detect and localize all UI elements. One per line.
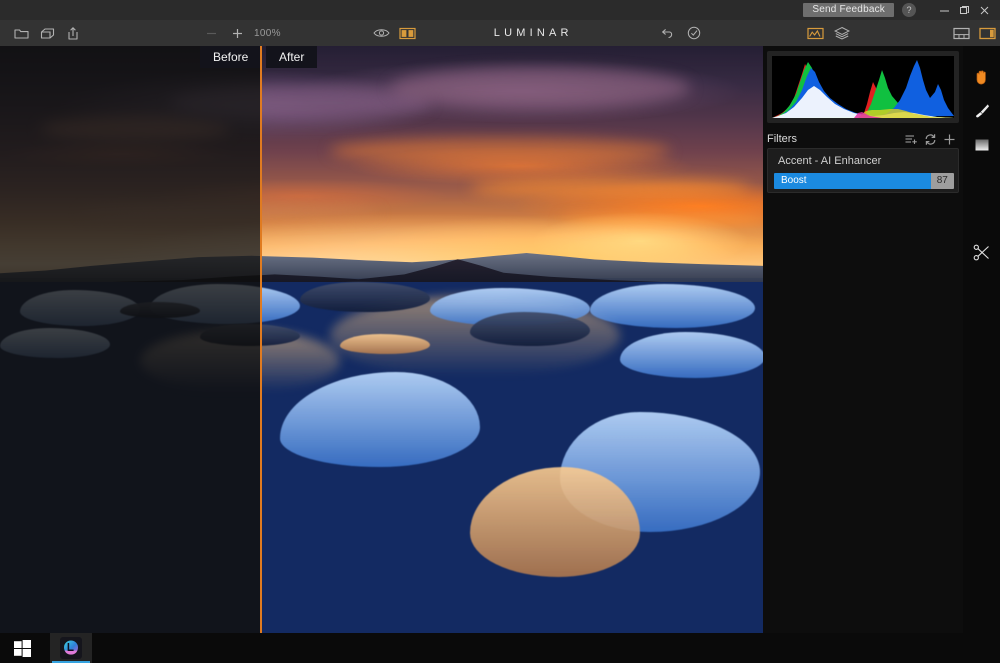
brush-icon[interactable] bbox=[963, 94, 1000, 128]
histogram-svg bbox=[772, 60, 954, 118]
filter-card-accent-ai-enhancer[interactable]: Accent - AI Enhancer Boost 87 bbox=[767, 148, 959, 193]
history-group bbox=[655, 20, 707, 46]
histogram-panel bbox=[767, 51, 959, 123]
filters-header: Filters bbox=[767, 130, 959, 148]
boost-slider-value[interactable]: 87 bbox=[930, 173, 954, 189]
hand-icon[interactable] bbox=[963, 60, 1000, 94]
send-feedback-button[interactable]: Send Feedback bbox=[803, 3, 894, 17]
sky-layer bbox=[0, 46, 260, 278]
gradient-mask-icon[interactable] bbox=[963, 128, 1000, 162]
export-box-icon[interactable] bbox=[34, 20, 60, 46]
luminar-window: Send Feedback ? 100% LUMINAR Before Afte… bbox=[0, 0, 1000, 663]
plus-icon[interactable] bbox=[940, 130, 959, 148]
start-button[interactable] bbox=[0, 633, 44, 663]
right-panel: Filters Accent - AI Enhancer Boost 87 bbox=[763, 46, 963, 633]
boost-slider-label: Boost bbox=[774, 173, 931, 189]
scissors-crop-icon[interactable] bbox=[963, 235, 1000, 269]
split-view-icon[interactable] bbox=[395, 20, 421, 46]
lagoon-layer bbox=[0, 282, 260, 633]
before-image-pane bbox=[0, 46, 260, 633]
filmstrip-panel-icon[interactable] bbox=[949, 20, 975, 46]
panel-toggle-left-group bbox=[803, 20, 855, 46]
main-toolbar: 100% LUMINAR bbox=[0, 20, 1000, 46]
zoom-in-button[interactable] bbox=[224, 20, 250, 46]
image-canvas[interactable]: Before After bbox=[0, 46, 763, 633]
app-title: LUMINAR bbox=[493, 27, 573, 39]
boost-slider[interactable]: Boost 87 bbox=[774, 173, 954, 189]
title-bar: Send Feedback ? bbox=[0, 0, 1000, 20]
close-button[interactable] bbox=[974, 0, 994, 20]
filters-title: Filters bbox=[767, 133, 797, 145]
layers-icon[interactable] bbox=[829, 20, 855, 46]
tool-rail bbox=[963, 46, 1000, 633]
checkmark-circle-icon[interactable] bbox=[681, 20, 707, 46]
view-mode-group bbox=[369, 20, 421, 46]
after-image-pane bbox=[262, 46, 763, 633]
window-controls bbox=[934, 0, 994, 20]
photo-before bbox=[0, 46, 260, 633]
zoom-level-label[interactable]: 100% bbox=[254, 28, 281, 39]
histogram-chart[interactable] bbox=[772, 56, 954, 118]
side-panel-icon[interactable] bbox=[975, 20, 1000, 46]
eye-icon[interactable] bbox=[369, 20, 395, 46]
undo-icon[interactable] bbox=[655, 20, 681, 46]
open-folder-icon[interactable] bbox=[8, 20, 34, 46]
histogram-icon[interactable] bbox=[803, 20, 829, 46]
luminar-taskbar-icon[interactable] bbox=[50, 633, 92, 663]
lagoon-layer-after bbox=[262, 282, 763, 633]
before-label: Before bbox=[200, 46, 262, 68]
before-after-divider[interactable] bbox=[260, 46, 262, 633]
after-label: After bbox=[266, 46, 318, 68]
zoom-controls: 100% bbox=[198, 20, 281, 46]
windows-taskbar bbox=[0, 633, 1000, 663]
sync-icon[interactable] bbox=[921, 130, 940, 148]
file-tools-group bbox=[8, 20, 86, 46]
help-icon[interactable]: ? bbox=[902, 3, 916, 17]
share-icon[interactable] bbox=[60, 20, 86, 46]
photo-after bbox=[262, 46, 763, 633]
panel-toggle-right-group bbox=[949, 20, 1000, 46]
sky-layer-after bbox=[262, 46, 763, 278]
zoom-out-button[interactable] bbox=[198, 20, 224, 46]
restore-button[interactable] bbox=[954, 0, 974, 20]
minimize-button[interactable] bbox=[934, 0, 954, 20]
filter-name: Accent - AI Enhancer bbox=[778, 155, 882, 167]
add-to-list-icon[interactable] bbox=[902, 130, 921, 148]
